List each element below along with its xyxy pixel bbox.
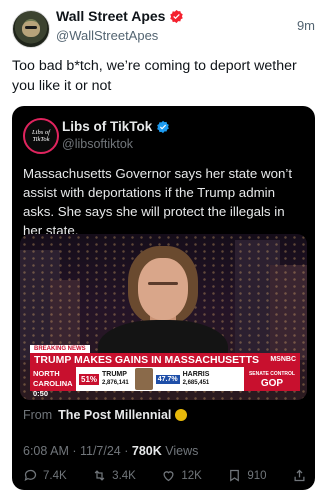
- senate-control-badge: SENATE CONTROL GOP: [243, 367, 300, 391]
- post-meta: 6:08 AM · 11/7/24 · 780K Views: [23, 444, 198, 458]
- video-player[interactable]: BREAKING NEWS TRUMP MAKES GAINS IN MASSA…: [20, 234, 307, 400]
- reply-button[interactable]: 7.4K: [23, 468, 67, 483]
- heart-icon: [163, 471, 174, 482]
- views-label: Views: [165, 444, 199, 458]
- video-timestamp: 0:50: [33, 389, 49, 398]
- trump-result: 51% TRUMP 2,876,141: [76, 367, 132, 391]
- ticker-state: NORTH CAROLINA 0:50: [30, 367, 76, 398]
- repost-button[interactable]: 3.4K: [92, 468, 136, 483]
- trump-votes: 2,876,141: [102, 380, 129, 386]
- harris-percent: 47.7%: [155, 374, 180, 384]
- speaker-face: [138, 258, 188, 320]
- gold-check-icon: [175, 408, 188, 421]
- like-count: 12K: [181, 469, 202, 482]
- action-bar: 7.4K 3.4K 12K 910: [23, 468, 307, 483]
- source-name[interactable]: The Post Millennial: [58, 408, 171, 422]
- quoted-author-handle[interactable]: @libsoftiktok: [62, 137, 133, 151]
- reply-count: 7.4K: [43, 469, 67, 482]
- views-count: 780K: [131, 444, 162, 458]
- author-name[interactable]: Wall Street Apes: [56, 8, 165, 24]
- candidate-photo: [134, 368, 153, 390]
- author-avatar[interactable]: [12, 10, 50, 48]
- quoted-name-row: Libs of TikTok: [62, 119, 170, 134]
- network-logo: MSNBC: [270, 356, 296, 363]
- share-icon: [294, 469, 305, 482]
- quoted-tweet-text: Massachusetts Governor says her state wo…: [23, 166, 293, 238]
- verified-badge-icon: [170, 9, 184, 23]
- share-button[interactable]: [292, 468, 307, 483]
- harris-label: HARRIS 2,685,451: [183, 371, 210, 387]
- source-attribution: From The Post Millennial: [23, 408, 188, 422]
- quoted-author-avatar[interactable]: Libs of TikTok: [23, 118, 59, 154]
- avatar-eyes: [25, 26, 37, 29]
- tweet-text: Too bad b*tch, we’re coming to deport we…: [12, 58, 297, 94]
- news-headline: TRUMP MAKES GAINS IN MASSACHUSETTS MSNBC: [30, 353, 300, 367]
- ticker-state-name: NORTH CAROLINA: [33, 369, 73, 388]
- quoted-avatar-text: Libs of TikTok: [32, 129, 50, 143]
- post-time: 9m: [296, 18, 315, 33]
- speaker-eyes: [148, 282, 178, 285]
- trump-percent: 51%: [79, 373, 100, 385]
- harris-name: HARRIS: [182, 371, 210, 378]
- author-name-row: Wall Street Apes: [56, 8, 184, 24]
- harris-votes: 2,685,451: [182, 380, 210, 386]
- bookmark-count: 910: [247, 469, 267, 482]
- breaking-news-label: BREAKING NEWS: [30, 345, 90, 353]
- gop-label: GOP: [260, 378, 284, 389]
- bookmark-icon: [230, 469, 240, 482]
- trump-name: TRUMP: [102, 371, 127, 378]
- headline-text: TRUMP MAKES GAINS IN MASSACHUSETTS: [34, 354, 259, 366]
- harris-result: 47.7% HARRIS 2,685,451: [132, 367, 213, 391]
- trump-label: TRUMP 2,876,141: [102, 371, 129, 387]
- author-handle[interactable]: @WallStreetApes: [56, 28, 158, 43]
- bookmark-button[interactable]: 910: [227, 468, 267, 483]
- post-timestamp[interactable]: 6:08 AM · 11/7/24 ·: [23, 444, 128, 458]
- repost-icon: [94, 470, 105, 481]
- from-label: From: [23, 408, 53, 422]
- quoted-author-name[interactable]: Libs of TikTok: [62, 119, 152, 134]
- repost-count: 3.4K: [112, 469, 136, 482]
- tweet-header: Wall Street Apes @WallStreetApes 9m: [12, 6, 315, 48]
- like-button[interactable]: 12K: [161, 468, 202, 483]
- verified-badge-icon: [157, 120, 170, 133]
- reply-icon: [24, 469, 37, 482]
- quoted-tweet-card[interactable]: Libs of TikTok Libs of TikTok @libsoftik…: [12, 106, 315, 490]
- election-ticker: NORTH CAROLINA 0:50 51% TRUMP 2,876,141 …: [30, 367, 300, 398]
- avatar-face: [22, 21, 40, 37]
